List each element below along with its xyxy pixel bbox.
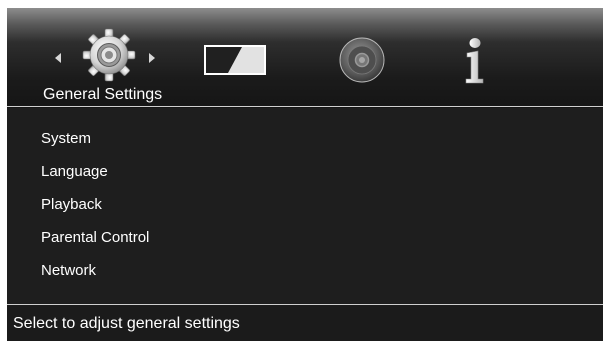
speaker-icon[interactable]	[338, 36, 386, 84]
status-bar: Select to adjust general settings	[7, 305, 603, 341]
settings-screen: General Settings System Language Playbac…	[7, 8, 603, 341]
menu-item-playback[interactable]: Playback	[41, 195, 149, 228]
selected-category-label: General Settings	[43, 86, 163, 103]
menu-item-language[interactable]: Language	[41, 162, 149, 195]
gear-icon[interactable]	[81, 27, 137, 83]
nav-right-arrow-icon[interactable]	[149, 53, 155, 63]
display-icon[interactable]	[204, 45, 266, 75]
nav-left-arrow-icon[interactable]	[55, 53, 61, 63]
category-bar: General Settings	[7, 8, 603, 108]
settings-menu: System Language Playback Parental Contro…	[41, 129, 149, 294]
info-icon[interactable]	[460, 37, 488, 85]
menu-item-system[interactable]: System	[41, 129, 149, 162]
status-hint: Select to adjust general settings	[13, 315, 240, 332]
menu-item-parental-control[interactable]: Parental Control	[41, 228, 149, 261]
menu-item-network[interactable]: Network	[41, 261, 149, 294]
header-divider	[7, 106, 603, 107]
